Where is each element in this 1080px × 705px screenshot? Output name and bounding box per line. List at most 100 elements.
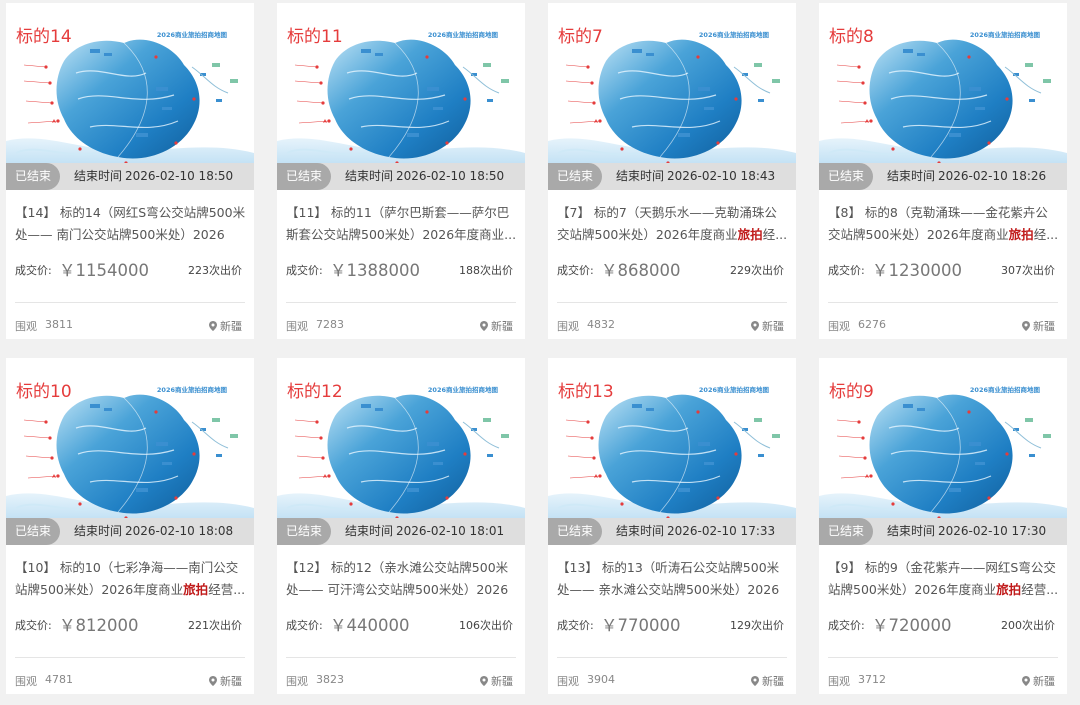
end-time-value: 2026-02-10 18:08 — [125, 524, 234, 538]
title-highlight: 旅拍 — [183, 582, 209, 597]
lot-number-overlay: 标的8 — [829, 27, 874, 47]
bid-count: 188次出价 — [459, 264, 513, 277]
location-text: 新疆 — [762, 320, 784, 333]
lot-number-overlay: 标的11 — [287, 27, 343, 47]
final-price-value: ￥812000 — [59, 616, 139, 635]
location: 新疆 — [1022, 673, 1055, 689]
bid-count: 200次出价 — [1001, 619, 1055, 632]
auction-card[interactable]: 标的7 2026商业旅拍招商地图 已结束 结束时间 2026-02-10 18:… — [548, 3, 796, 339]
location: 新疆 — [209, 318, 242, 334]
card-title-link[interactable]: 【13】 标的13（听涛石公交站牌500米处—— 亲水滩公交站牌500米处）20… — [557, 557, 789, 601]
map-pin-icon — [209, 321, 217, 331]
map-subtitle: 2026商业旅拍招商地图 — [156, 31, 227, 39]
divider — [286, 302, 516, 303]
card-title-link[interactable]: 【11】 标的11（萨尔巴斯套——萨尔巴斯套公交站牌500米处）2026年度商业… — [286, 202, 518, 246]
status-bar: 已结束 结束时间 2026-02-10 18:01 — [277, 518, 525, 545]
map-pin-icon — [1022, 321, 1030, 331]
lot-map-thumbnail[interactable]: 标的9 2026商业旅拍招商地图 已结束 结束时间 2026-02-10 17:… — [819, 358, 1067, 545]
title-text: 【14】 标的14（网红S弯公交站牌500米处—— 南门公交站牌500米处）20… — [15, 205, 246, 242]
final-price-label: 成交价: — [286, 619, 323, 632]
divider — [828, 302, 1058, 303]
status-badge: 已结束 — [277, 518, 331, 545]
final-price-label: 成交价: — [15, 619, 52, 632]
location: 新疆 — [1022, 318, 1055, 334]
final-price-value: ￥1230000 — [872, 261, 962, 280]
lot-map-thumbnail[interactable]: 标的12 2026商业旅拍招商地图 已结束 结束时间 2026-02-10 18… — [277, 358, 525, 545]
lot-number-overlay: 标的14 — [16, 27, 72, 47]
lot-map-thumbnail[interactable]: 标的13 2026商业旅拍招商地图 已结束 结束时间 2026-02-10 17… — [548, 358, 796, 545]
final-price-value: ￥1388000 — [330, 261, 420, 280]
views-label: 围观 — [557, 320, 579, 333]
end-time-value: 2026-02-10 17:33 — [667, 524, 776, 538]
views-label: 围观 — [828, 675, 850, 688]
title-text-tail: 经营... — [1021, 582, 1059, 597]
card-title-link[interactable]: 【7】 标的7（天鹅乐水——克勒涌珠公交站牌500米处）2026年度商业旅拍经.… — [557, 202, 789, 246]
final-price-value: ￥440000 — [330, 616, 410, 635]
end-time-value: 2026-02-10 18:50 — [396, 169, 505, 183]
map-pin-icon — [209, 676, 217, 686]
location-text: 新疆 — [1033, 675, 1055, 688]
card-title-link[interactable]: 【10】 标的10（七彩净海——南门公交站牌500米处）2026年度商业旅拍经营… — [15, 557, 247, 601]
lot-map-thumbnail[interactable]: 标的14 2026商业旅拍招商地图 已结束 结束时间 2026-02-10 18… — [6, 3, 254, 190]
end-time-value: 2026-02-10 18:26 — [938, 169, 1047, 183]
auction-card[interactable]: 标的8 2026商业旅拍招商地图 已结束 结束时间 2026-02-10 18:… — [819, 3, 1067, 339]
bid-count: 106次出价 — [459, 619, 513, 632]
views-count: 3712 — [858, 673, 886, 686]
card-title-link[interactable]: 【9】 标的9（金花紫卉——网红S弯公交站牌500米处）2026年度商业旅拍经营… — [828, 557, 1060, 601]
auction-card[interactable]: 标的9 2026商业旅拍招商地图 已结束 结束时间 2026-02-10 17:… — [819, 358, 1067, 694]
map-subtitle: 2026商业旅拍招商地图 — [698, 31, 769, 39]
views-label: 围观 — [15, 320, 37, 333]
end-time-label: 结束时间 — [616, 169, 665, 183]
location-text: 新疆 — [491, 320, 513, 333]
map-pin-icon — [751, 321, 759, 331]
status-badge: 已结束 — [548, 518, 602, 545]
status-badge: 已结束 — [6, 518, 60, 545]
card-title-link[interactable]: 【12】 标的12（亲水滩公交站牌500米处—— 可汗湾公交站牌500米处）20… — [286, 557, 518, 601]
location-text: 新疆 — [220, 675, 242, 688]
title-highlight: 旅拍 — [1008, 227, 1034, 242]
auction-card[interactable]: 标的10 2026商业旅拍招商地图 已结束 结束时间 2026-02-10 18… — [6, 358, 254, 694]
location: 新疆 — [751, 673, 784, 689]
auction-card[interactable]: 标的12 2026商业旅拍招商地图 已结束 结束时间 2026-02-10 18… — [277, 358, 525, 694]
lot-map-thumbnail[interactable]: 标的11 2026商业旅拍招商地图 已结束 结束时间 2026-02-10 18… — [277, 3, 525, 190]
location-text: 新疆 — [220, 320, 242, 333]
location: 新疆 — [480, 673, 513, 689]
views-count: 4781 — [45, 673, 73, 686]
location-text: 新疆 — [1033, 320, 1055, 333]
bid-count: 221次出价 — [188, 619, 242, 632]
auction-card[interactable]: 标的14 2026商业旅拍招商地图 已结束 结束时间 2026-02-10 18… — [6, 3, 254, 339]
status-badge: 已结束 — [277, 163, 331, 190]
title-highlight: 旅拍 — [737, 227, 763, 242]
lot-map-thumbnail[interactable]: 标的10 2026商业旅拍招商地图 已结束 结束时间 2026-02-10 18… — [6, 358, 254, 545]
map-pin-icon — [480, 676, 488, 686]
end-time-value: 2026-02-10 17:30 — [938, 524, 1047, 538]
lot-number-overlay: 标的12 — [287, 382, 343, 402]
divider — [286, 657, 516, 658]
title-text-tail: 经... — [1033, 227, 1059, 242]
lot-map-thumbnail[interactable]: 标的7 2026商业旅拍招商地图 已结束 结束时间 2026-02-10 18:… — [548, 3, 796, 190]
title-text: 【12】 标的12（亲水滩公交站牌500米处—— 可汗湾公交站牌500米处）20… — [286, 560, 509, 597]
divider — [15, 657, 245, 658]
final-price-label: 成交价: — [828, 619, 865, 632]
title-highlight: 旅拍 — [996, 582, 1022, 597]
lot-number-overlay: 标的7 — [558, 27, 603, 47]
card-title-link[interactable]: 【14】 标的14（网红S弯公交站牌500米处—— 南门公交站牌500米处）20… — [15, 202, 247, 246]
map-subtitle: 2026商业旅拍招商地图 — [427, 31, 498, 39]
lot-map-thumbnail[interactable]: 标的8 2026商业旅拍招商地图 已结束 结束时间 2026-02-10 18:… — [819, 3, 1067, 190]
auction-card[interactable]: 标的11 2026商业旅拍招商地图 已结束 结束时间 2026-02-10 18… — [277, 3, 525, 339]
map-pin-icon — [480, 321, 488, 331]
views-label: 围观 — [828, 320, 850, 333]
location: 新疆 — [480, 318, 513, 334]
card-title-link[interactable]: 【8】 标的8（克勒涌珠——金花紫卉公交站牌500米处）2026年度商业旅拍经.… — [828, 202, 1060, 246]
map-subtitle: 2026商业旅拍招商地图 — [969, 31, 1040, 39]
final-price-label: 成交价: — [828, 264, 865, 277]
end-time-label: 结束时间 — [887, 524, 936, 538]
status-badge: 已结束 — [548, 163, 602, 190]
status-badge: 已结束 — [819, 163, 873, 190]
views-count: 3823 — [316, 673, 344, 686]
divider — [828, 657, 1058, 658]
end-time-label: 结束时间 — [74, 169, 123, 183]
lot-number-overlay: 标的13 — [558, 382, 614, 402]
auction-card[interactable]: 标的13 2026商业旅拍招商地图 已结束 结束时间 2026-02-10 17… — [548, 358, 796, 694]
views-label: 围观 — [557, 675, 579, 688]
